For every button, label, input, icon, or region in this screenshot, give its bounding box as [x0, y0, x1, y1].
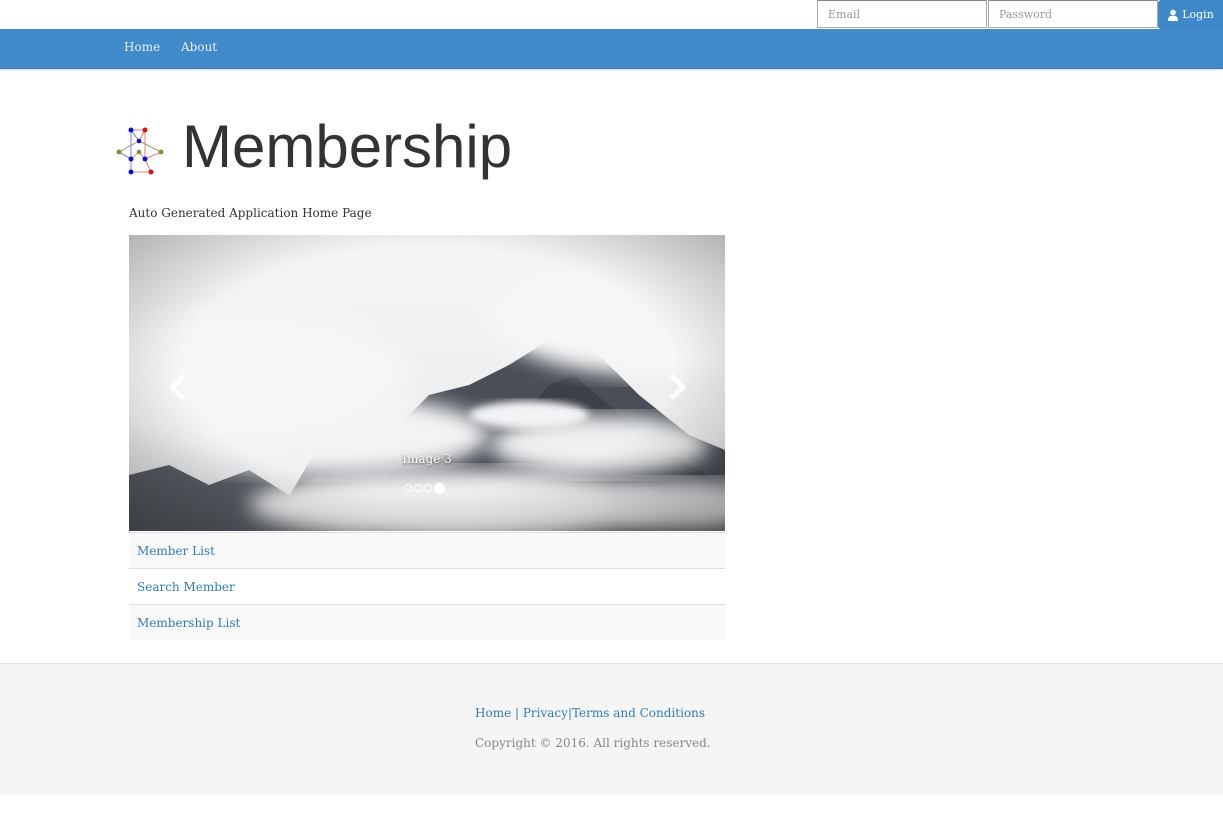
main-navbar: Home About	[0, 29, 1223, 69]
nav-home-link[interactable]: Home	[124, 40, 160, 54]
copyright-text: Copyright © 2016. All rights reserved.	[475, 736, 711, 750]
nav-about-link[interactable]: About	[181, 40, 217, 54]
login-bar: Login	[0, 0, 1223, 29]
login-button[interactable]: Login	[1158, 0, 1223, 29]
footer-privacy-link[interactable]: Privacy	[523, 706, 568, 720]
user-icon	[1168, 9, 1179, 21]
member-list-link[interactable]: Member List	[129, 532, 725, 568]
carousel-caption: Image 3	[402, 452, 452, 466]
chevron-right-icon[interactable]	[662, 372, 692, 402]
carousel-indicator-active[interactable]	[434, 483, 445, 494]
footer-links: Home | Privacy|Terms and Conditions	[475, 706, 705, 720]
link-list: Member List Search Member Membership Lis…	[129, 532, 725, 640]
footer-terms-link[interactable]: Terms and Conditions	[572, 706, 705, 720]
footer-separator: |	[511, 706, 523, 720]
membership-list-link[interactable]: Membership List	[129, 604, 725, 640]
carousel-indicator[interactable]	[404, 484, 412, 492]
carousel-indicators	[404, 483, 445, 494]
page-title: Membership	[182, 113, 513, 180]
carousel-indicator[interactable]	[414, 484, 422, 492]
page-subtitle: Auto Generated Application Home Page	[129, 206, 372, 220]
carousel-indicator[interactable]	[424, 484, 432, 492]
email-input[interactable]	[817, 0, 987, 28]
login-button-label: Login	[1182, 8, 1214, 21]
search-member-link[interactable]: Search Member	[129, 568, 725, 604]
footer: Home | Privacy|Terms and Conditions Copy…	[0, 663, 1223, 795]
footer-home-link[interactable]: Home	[475, 706, 511, 720]
network-graph-logo	[116, 127, 164, 175]
password-input[interactable]	[988, 0, 1158, 28]
chevron-left-icon[interactable]	[163, 372, 193, 402]
